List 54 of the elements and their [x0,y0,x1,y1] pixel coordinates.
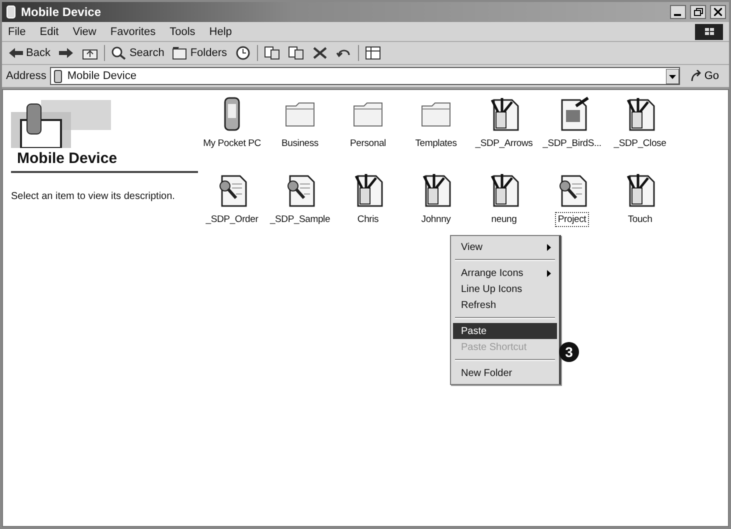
close-button[interactable] [710,5,726,19]
menu-item[interactable]: File [8,26,26,38]
menu-item[interactable]: New Folder [453,365,557,381]
explorer-item[interactable]: Touch [606,172,674,248]
folders-icon [172,46,188,60]
window-title: Mobile Device [21,5,102,19]
explorer-item[interactable]: _SDP_Arrows [470,96,538,172]
step-number-badge: 3 [559,342,579,362]
delete-icon [312,46,328,60]
forward-arrow-icon [58,46,74,60]
copy-to-icon [288,46,304,60]
history-icon [235,46,252,60]
menu-item[interactable]: Help [209,26,232,38]
address-field[interactable]: Mobile Device [50,67,680,85]
explorer-item[interactable]: Templates [402,96,470,172]
explorer-item[interactable]: Chris [334,172,402,248]
description-text: Select an item to view its description. [11,191,176,202]
search-button[interactable]: Search [109,45,166,61]
explorer-item[interactable]: Personal [334,96,402,172]
windows-logo-icon [695,24,723,40]
back-button[interactable]: Back [6,45,52,61]
views-icon [365,46,382,60]
move-button[interactable] [262,45,282,61]
menu-item[interactable]: Line Up Icons [453,281,557,297]
restore-icon [694,8,702,16]
explorer-item[interactable]: My Pocket PC [198,96,266,172]
close-icon [714,8,722,16]
views-button[interactable] [363,45,384,61]
explorer-item[interactable]: Business [266,96,334,172]
menu-item[interactable]: Favorites [110,26,156,38]
folders-button[interactable]: Folders [170,45,230,61]
minimize-button[interactable] [670,5,686,19]
folder-title: Mobile Device [11,148,198,173]
explorer-item[interactable]: _SDP_Order [198,172,266,248]
copy-button[interactable] [286,45,306,61]
search-icon [111,46,128,60]
menu-item[interactable]: Arrange Icons [453,265,557,281]
explorer-item[interactable]: _SDP_Sample [266,172,334,248]
menu-item[interactable]: Refresh [453,297,557,313]
device-icon [5,5,17,19]
address-label: Address [6,70,46,82]
menu-item[interactable]: Tools [170,26,196,38]
back-arrow-icon [8,46,24,60]
menu-item[interactable]: Edit [40,26,59,38]
go-button[interactable]: Go [684,70,725,82]
menu-item[interactable]: Paste [453,323,557,339]
explorer-item[interactable]: _SDP_Close [606,96,674,172]
maximize-button[interactable] [690,5,706,19]
go-arrow-icon [690,70,702,82]
device-icon [54,70,62,82]
explorer-item[interactable]: _SDP_BirdS... [538,96,606,172]
dropdown-arrow-icon [666,68,680,84]
move-to-icon [264,46,280,60]
menu-item[interactable]: View [72,26,96,38]
